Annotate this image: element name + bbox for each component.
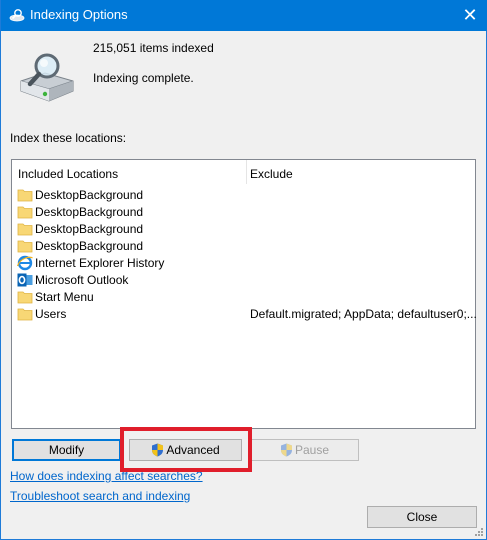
folder-icon [17, 308, 33, 321]
folder-icon [17, 206, 33, 219]
outlook-icon [17, 273, 33, 287]
list-item[interactable]: DesktopBackground [17, 187, 472, 204]
internet-explorer-icon [17, 255, 33, 271]
list-item[interactable]: Users Default.migrated; AppData; default… [17, 306, 477, 323]
list-item[interactable]: Microsoft Outlook [17, 272, 472, 289]
list-item[interactable]: DesktopBackground [17, 204, 472, 221]
list-item[interactable]: Start Menu [17, 289, 472, 306]
location-name: DesktopBackground [35, 222, 144, 236]
list-item[interactable]: DesktopBackground [17, 238, 472, 255]
folder-icon [17, 240, 33, 253]
indexing-drive-icon [20, 53, 74, 102]
folder-icon [17, 189, 33, 202]
magnifier-drive-icon [9, 9, 25, 22]
indexing-status: Indexing complete. [93, 71, 194, 85]
exclude-header[interactable]: Exclude [250, 167, 293, 181]
window-title: Indexing Options [30, 7, 128, 22]
location-name: DesktopBackground [35, 205, 144, 219]
column-divider[interactable] [246, 160, 247, 184]
troubleshoot-link[interactable]: Troubleshoot search and indexing [10, 489, 190, 503]
location-name: DesktopBackground [35, 239, 144, 253]
location-name: Start Menu [35, 290, 94, 304]
close-icon: ✕ [462, 5, 478, 25]
modify-button[interactable]: Modify [12, 439, 121, 461]
resize-grip-icon[interactable] [474, 527, 484, 537]
included-locations-header[interactable]: Included Locations [18, 167, 118, 181]
pause-button-label: Pause [294, 443, 330, 457]
location-name: Users [35, 307, 67, 321]
locations-list[interactable]: Included Locations Exclude DesktopBackgr… [11, 159, 477, 429]
uac-shield-icon [152, 443, 164, 457]
how-indexing-affects-link[interactable]: How does indexing affect searches? [10, 469, 203, 483]
locations-label: Index these locations: [10, 131, 127, 145]
close-button[interactable]: Close [367, 506, 477, 528]
uac-shield-icon [280, 443, 292, 457]
folder-icon [17, 291, 33, 304]
location-name: Microsoft Outlook [35, 273, 129, 287]
indexing-options-window: Indexing Options ✕ 215,051 items indexed… [0, 0, 487, 540]
items-indexed-count: 215,051 items indexed [93, 41, 214, 55]
location-name: DesktopBackground [35, 188, 144, 202]
title-bar[interactable]: Indexing Options ✕ [1, 0, 487, 31]
advanced-button-label: Advanced [166, 443, 220, 457]
list-item[interactable]: DesktopBackground [17, 221, 472, 238]
pause-button[interactable]: Pause [250, 439, 359, 461]
folder-icon [17, 223, 33, 236]
location-name: Internet Explorer History [35, 256, 165, 270]
location-exclude: Default.migrated; AppData; defaultuser0;… [250, 307, 477, 321]
close-window-button[interactable]: ✕ [458, 3, 482, 27]
advanced-button[interactable]: Advanced [129, 439, 242, 461]
list-item[interactable]: Internet Explorer History [17, 255, 472, 272]
